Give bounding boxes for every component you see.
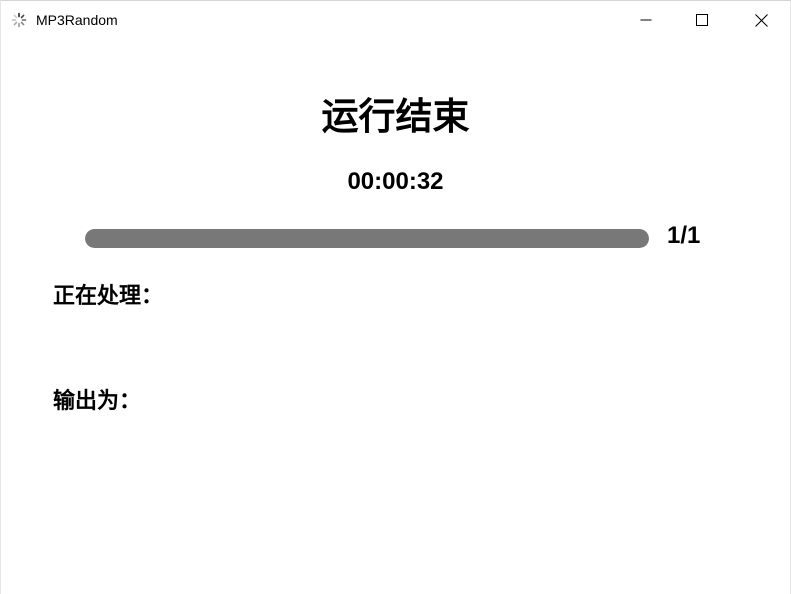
progress-fill	[85, 229, 649, 248]
output-label: 输出为：	[53, 389, 142, 414]
processing-row: 正在处理：	[53, 283, 169, 311]
app-window: MP3Random 运行结束 00:00:32 1/1 正在处理： 输出为：	[0, 0, 791, 594]
close-button[interactable]	[738, 1, 784, 39]
output-row: 输出为：	[53, 388, 147, 416]
processing-label: 正在处理：	[53, 284, 164, 309]
status-title: 运行结束	[321, 95, 470, 138]
maximize-icon	[696, 14, 708, 26]
loading-spinner-icon	[11, 12, 27, 28]
progress-count: 1/1	[667, 222, 701, 249]
elapsed-time: 00:00:32	[347, 168, 444, 195]
minimize-button[interactable]	[623, 1, 669, 39]
minimize-icon	[640, 19, 652, 21]
window-title: MP3Random	[36, 12, 118, 28]
title-bar[interactable]: MP3Random	[1, 1, 790, 39]
close-icon	[754, 13, 768, 27]
progress-bar	[85, 229, 649, 248]
maximize-button[interactable]	[679, 1, 725, 39]
